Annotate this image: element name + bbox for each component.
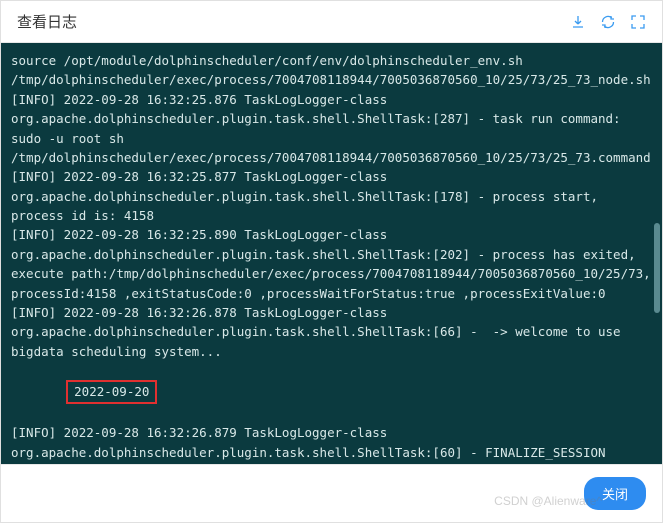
fullscreen-icon[interactable] — [630, 14, 646, 30]
header-icons — [570, 14, 646, 30]
log-line: [INFO] 2022-09-28 16:32:26.878 TaskLogLo… — [11, 303, 652, 361]
modal-footer: CSDN @Alienware^ 关闭 — [1, 464, 662, 522]
modal-title: 查看日志 — [17, 11, 77, 32]
log-line: source /opt/module/dolphinscheduler/conf… — [11, 51, 652, 70]
log-lines-after: [INFO] 2022-09-28 16:32:26.879 TaskLogLo… — [11, 423, 652, 462]
log-line: [INFO] 2022-09-28 16:32:26.879 TaskLogLo… — [11, 423, 652, 462]
close-button[interactable]: 关闭 — [584, 477, 646, 510]
log-lines: source /opt/module/dolphinscheduler/conf… — [11, 51, 652, 361]
download-icon[interactable] — [570, 14, 586, 30]
scrollbar-thumb[interactable] — [654, 223, 660, 313]
log-content-area[interactable]: source /opt/module/dolphinscheduler/conf… — [1, 43, 662, 464]
log-line: [INFO] 2022-09-28 16:32:25.890 TaskLogLo… — [11, 225, 652, 303]
highlighted-row: 2022-09-20 — [11, 361, 652, 423]
refresh-icon[interactable] — [600, 14, 616, 30]
log-line: [INFO] 2022-09-28 16:32:25.876 TaskLogLo… — [11, 90, 652, 168]
log-line: [INFO] 2022-09-28 16:32:25.877 TaskLogLo… — [11, 167, 652, 225]
log-viewer-modal: 查看日志 source /opt/module/dolphinscheduler… — [0, 0, 663, 523]
modal-header: 查看日志 — [1, 1, 662, 43]
log-line: /tmp/dolphinscheduler/exec/process/70047… — [11, 70, 652, 89]
highlighted-date: 2022-09-20 — [66, 380, 157, 403]
